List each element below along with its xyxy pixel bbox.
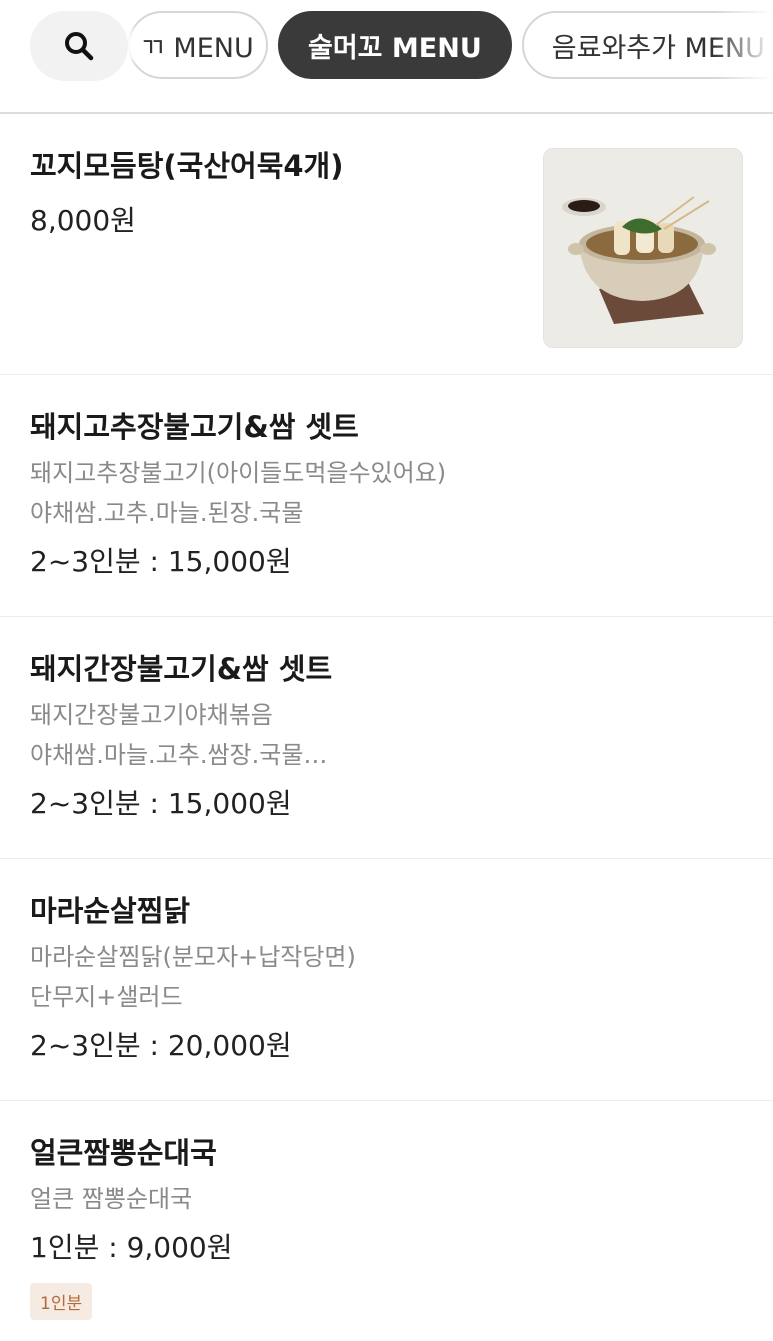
portion-badge: 1인분 [30,1283,93,1320]
menu-item-price: 2~3인분 : 20,000원 [30,1029,292,1062]
menu-item-price: 2~3인분 : 15,000원 [30,787,292,820]
menu-item-description: 단무지+샐러드 [30,983,183,1011]
tab-menu-partial[interactable]: ㄲ MENU [128,11,268,79]
menu-item[interactable]: 꼬지모듬탕(국산어묵4개) 8,000원 [0,114,773,375]
search-icon [65,32,94,61]
tab-sulmeokko-menu[interactable]: 술머꼬 MENU [278,11,512,79]
menu-item-name: 얼큰짬뽕순대국 [30,1136,217,1170]
scroll-fade [713,0,773,110]
menu-item-description: 야채쌈.마늘.고추.쌈장.국물… [30,741,328,769]
menu-item[interactable]: 얼큰짬뽕순대국 얼큰 짬뽕순대국 1인분 : 9,000원 1인분 [0,1101,773,1341]
menu-item-photo [543,148,743,348]
category-bar: ㄲ MENU 술머꼬 MENU 음료와추가 MENU [0,0,773,114]
menu-item-name: 돼지고추장불고기&쌈 셋트 [30,410,359,444]
menu-item-description: 돼지간장불고기야채볶음 [30,701,273,729]
menu-item-name: 마라순살찜닭 [30,894,191,928]
menu-item-description: 얼큰 짬뽕순대국 [30,1185,193,1213]
menu-item-description: 야채쌈.고추.마늘.된장.국물 [30,499,304,527]
menu-item-description: 돼지고추장불고기(아이들도먹을수있어요) [30,459,447,487]
menu-item[interactable]: 돼지간장불고기&쌈 셋트 돼지간장불고기야채볶음 야채쌈.마늘.고추.쌈장.국물… [0,617,773,859]
menu-item-price: 1인분 : 9,000원 [30,1231,233,1264]
menu-item-price: 2~3인분 : 15,000원 [30,545,292,578]
menu-item[interactable]: 마라순살찜닭 마라순살찜닭(분모자+납작당면) 단무지+샐러드 2~3인분 : … [0,859,773,1101]
menu-item-description: 마라순살찜닭(분모자+납작당면) [30,943,356,971]
category-tabs: ㄲ MENU 술머꼬 MENU 음료와추가 MENU [128,11,773,79]
search-button[interactable] [30,11,128,81]
menu-item[interactable]: 돼지고추장불고기&쌈 셋트 돼지고추장불고기(아이들도먹을수있어요) 야채쌈.고… [0,375,773,617]
menu-item-name: 돼지간장불고기&쌈 셋트 [30,652,333,686]
menu-list: 꼬지모듬탕(국산어묵4개) 8,000원 돼지고추장불고기&쌈 셋트 돼지고추장… [0,114,773,1341]
fishcake-soup-image [544,149,742,347]
